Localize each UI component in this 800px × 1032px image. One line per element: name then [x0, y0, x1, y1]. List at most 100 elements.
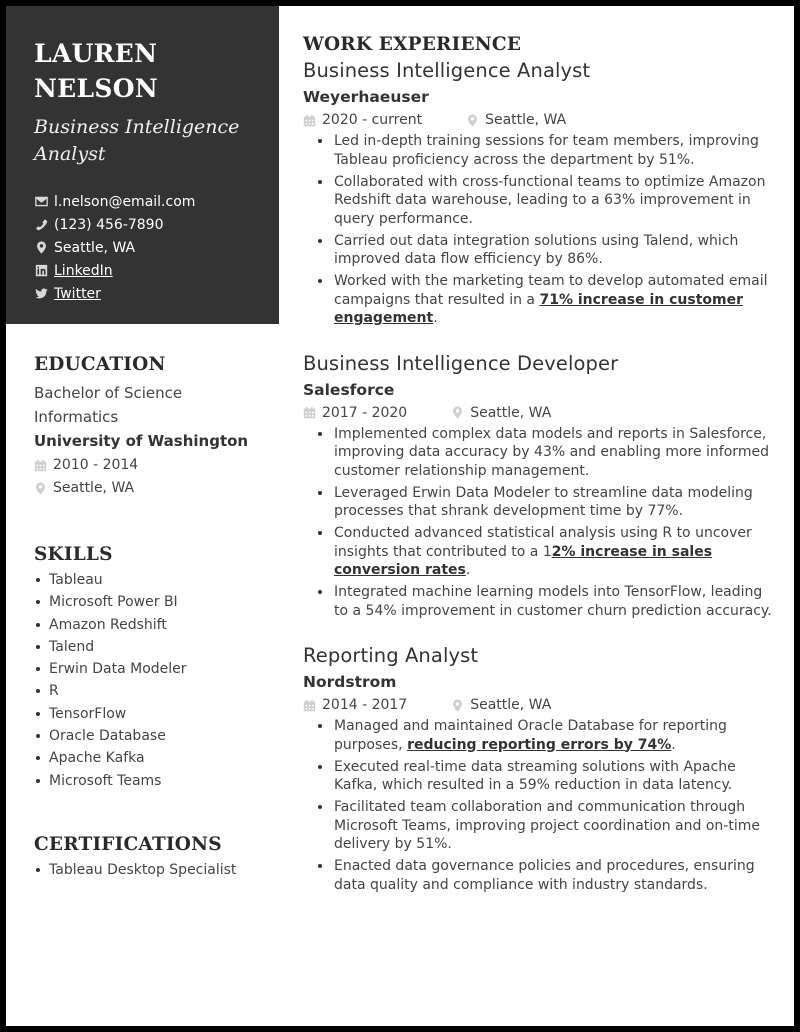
job-meta: 2014 - 2017 Seattle, WA — [303, 694, 778, 716]
job-entry: Business Intelligence Developer Salesforc… — [303, 350, 778, 621]
map-pin-icon — [36, 482, 45, 495]
bullet-text: Collaborated with cross-functional teams… — [334, 173, 766, 227]
job-bullet: Integrated machine learning models into … — [318, 583, 778, 620]
bullet-text: Led in-depth training sessions for team … — [334, 133, 759, 168]
phone-text: (123) 456-7890 — [54, 216, 164, 233]
job-dates: 2014 - 2017 — [322, 697, 408, 713]
job-bullet: Executed real-time data streaming soluti… — [318, 758, 778, 795]
resume-page: LAUREN NELSON Business Intelligence Anal… — [6, 6, 794, 1026]
job-bullets: Led in-depth training sessions for team … — [303, 132, 778, 328]
map-pin-icon — [34, 241, 48, 255]
education-dates-row: 2010 - 2014 — [34, 454, 274, 477]
contact-email: l.nelson@email.com — [34, 190, 279, 213]
map-pin-icon — [468, 113, 478, 127]
bullet-text: Integrated machine learning models into … — [334, 584, 772, 619]
job-location-item: Seattle, WA — [451, 402, 551, 424]
map-pin-icon — [453, 406, 463, 419]
work-experience-section: WORK EXPERIENCE Business Intelligence An… — [303, 34, 778, 916]
education-location-row: Seattle, WA — [34, 477, 274, 500]
contact-linkedin: LinkedIn — [34, 259, 279, 282]
job-location-item: Seattle, WA — [466, 109, 566, 131]
work-experience-heading: WORK EXPERIENCE — [303, 34, 522, 55]
skill-item: Erwin Data Modeler — [34, 658, 274, 680]
skills-list: Tableau Microsoft Power BI Amazon Redshi… — [34, 569, 274, 792]
job-bullet: Leveraged Erwin Data Modeler to streamli… — [318, 484, 778, 521]
job-meta: 2017 - 2020 Seattle, WA — [303, 402, 778, 424]
job-bullet: Led in-depth training sessions for team … — [318, 132, 778, 169]
job-meta: 2020 - current Seattle, WA — [303, 109, 778, 131]
bullet-text-end: . — [465, 562, 471, 578]
skill-item: Microsoft Power BI — [34, 591, 274, 613]
bullet-text: Facilitated team collaboration and commu… — [334, 799, 760, 852]
education-heading: EDUCATION — [34, 354, 166, 375]
job-company: Weyerhaeuser — [303, 88, 429, 106]
bullet-text: Executed real-time data streaming soluti… — [334, 758, 736, 794]
bullet-text: Enacted data governance policies and pro… — [334, 858, 755, 893]
twitter-icon — [34, 287, 48, 301]
skill-item: Amazon Redshift — [34, 614, 274, 636]
bullet-text: Leveraged Erwin Data Modeler to streamli… — [334, 484, 753, 520]
calendar-icon — [303, 699, 316, 711]
linkedin-link[interactable]: LinkedIn — [54, 263, 113, 279]
certifications-section: CERTIFICATIONS Tableau Desktop Specialis… — [34, 834, 274, 881]
job-dates: 2020 - current — [322, 112, 423, 128]
job-bullet: Enacted data governance policies and pro… — [318, 857, 778, 894]
job-location: Seattle, WA — [470, 697, 552, 713]
job-list: Business Intelligence Analyst Weyerhaeuse… — [303, 57, 778, 894]
job-company: Nordstrom — [303, 673, 397, 691]
bullet-text: Implemented complex data models and repo… — [334, 425, 769, 479]
left-column: EDUCATION Bachelor of Science Informatic… — [34, 324, 274, 881]
candidate-first-name: LAUREN — [34, 39, 158, 68]
bullet-text-end: . — [671, 736, 676, 753]
job-dates-item: 2014 - 2017 — [303, 694, 407, 716]
contact-twitter: Twitter — [34, 282, 279, 305]
candidate-title: Business Intelligence Analyst — [34, 116, 240, 165]
bullet-text-end: . — [433, 310, 438, 326]
job-title: Business Intelligence Analyst — [303, 59, 591, 82]
skill-item: Oracle Database — [34, 725, 274, 747]
job-bullet: Facilitated team collaboration and commu… — [318, 798, 778, 854]
education-dates: 2010 - 2014 — [53, 457, 139, 473]
skill-item: Talend — [34, 636, 274, 658]
job-location: Seattle, WA — [485, 112, 567, 128]
job-entry: Business Intelligence Analyst Weyerhaeuse… — [303, 57, 778, 328]
calendar-icon — [303, 114, 316, 126]
contact-list: l.nelson@email.com (123) 456-7890 Seattl… — [34, 190, 279, 305]
skill-item: Microsoft Teams — [34, 770, 274, 792]
job-bullet: Collaborated with cross-functional teams… — [318, 173, 778, 229]
job-bullet: Implemented complex data models and repo… — [318, 425, 778, 481]
header-panel: LAUREN NELSON Business Intelligence Anal… — [6, 6, 279, 324]
job-bullet: Worked with the marketing team to develo… — [318, 272, 778, 328]
certifications-heading: CERTIFICATIONS — [34, 833, 222, 855]
job-title: Reporting Analyst — [303, 644, 479, 667]
job-bullet: Conducted advanced statistical analysis … — [318, 524, 778, 580]
job-dates: 2017 - 2020 — [322, 404, 408, 421]
bullet-text: Carried out data integration solutions u… — [334, 232, 739, 268]
certification-item: Tableau Desktop Specialist — [34, 859, 274, 881]
linkedin-icon — [34, 264, 48, 278]
education-major: Informatics — [34, 408, 119, 426]
twitter-link[interactable]: Twitter — [54, 286, 101, 302]
job-bullets: Implemented complex data models and repo… — [303, 425, 778, 621]
job-location-item: Seattle, WA — [451, 694, 551, 716]
certifications-list: Tableau Desktop Specialist — [34, 859, 274, 881]
contact-phone: (123) 456-7890 — [34, 213, 279, 236]
calendar-icon — [34, 459, 47, 472]
skills-heading: SKILLS — [34, 544, 113, 565]
job-bullet: Carried out data integration solutions u… — [318, 232, 778, 269]
job-entry: Reporting Analyst Nordstrom 2014 - 2017 Sea… — [303, 642, 778, 894]
job-bullets: Managed and maintained Oracle Database f… — [303, 717, 778, 894]
job-location: Seattle, WA — [470, 404, 552, 421]
bullet-highlight: reducing reporting errors by 74% — [407, 736, 672, 753]
email-text: l.nelson@email.com — [54, 193, 196, 210]
phone-icon — [34, 218, 48, 232]
envelope-icon — [34, 195, 48, 209]
job-dates-item: 2017 - 2020 — [303, 402, 407, 424]
map-pin-icon — [453, 698, 463, 712]
skill-item: TensorFlow — [34, 703, 274, 725]
education-school: University of Washington — [34, 432, 249, 450]
skill-item: R — [34, 680, 274, 702]
contact-location: Seattle, WA — [34, 236, 279, 259]
job-dates-item: 2020 - current — [303, 109, 422, 131]
job-title: Business Intelligence Developer — [303, 351, 619, 375]
